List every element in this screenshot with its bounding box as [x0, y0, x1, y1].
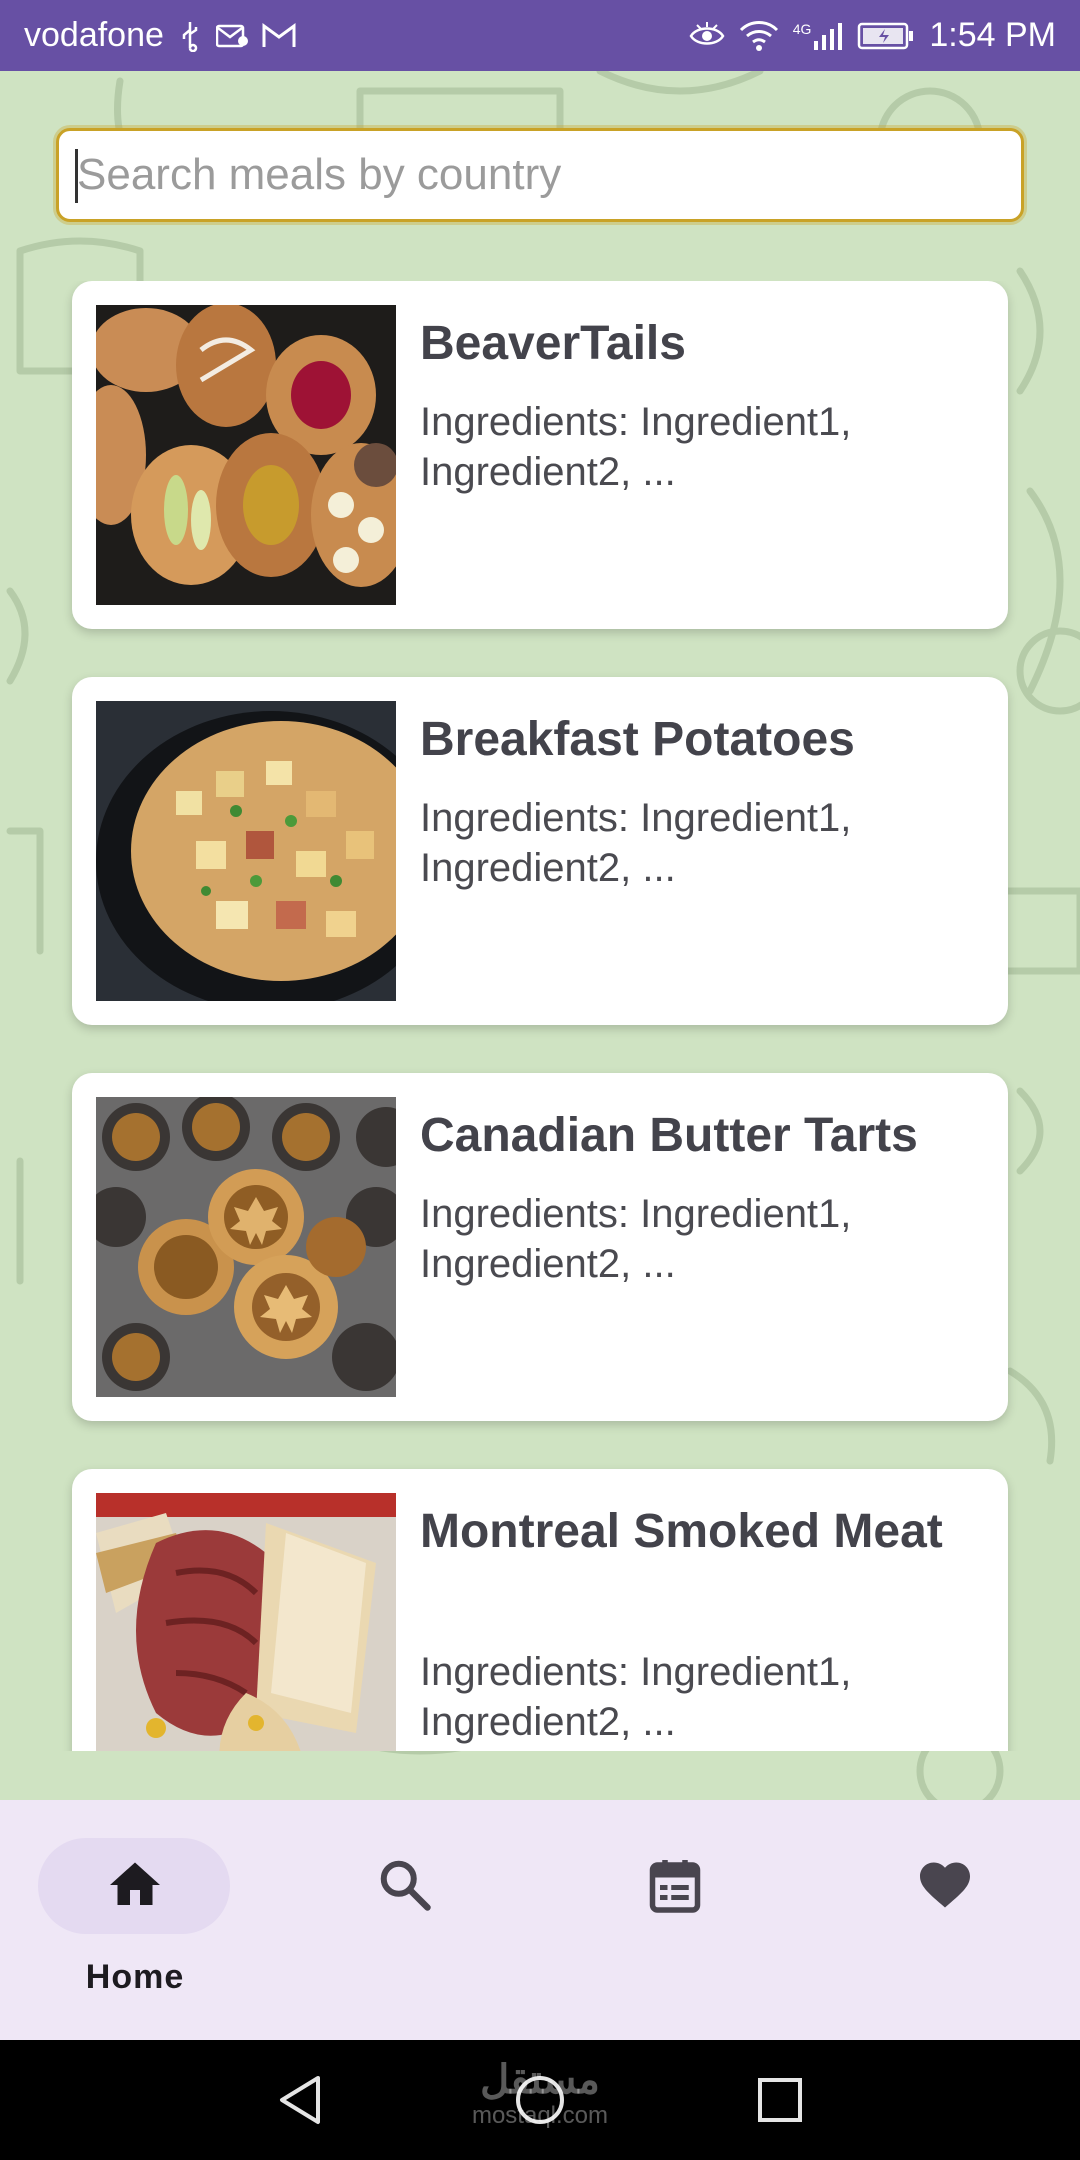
- gmail-icon: [262, 22, 296, 49]
- meal-card-breakfast-potatoes[interactable]: Breakfast Potatoes Ingredients: Ingredie…: [72, 677, 1008, 1025]
- system-navigation-bar: مستقل mostaql.com: [0, 2040, 1080, 2160]
- heart-icon: [920, 1862, 970, 1908]
- meal-title: Canadian Butter Tarts: [420, 1109, 918, 1162]
- carrier-name: vodafone: [24, 16, 164, 54]
- calendar-icon: [649, 1860, 701, 1913]
- network-type: 4G: [792, 20, 812, 37]
- meal-image: [96, 1493, 396, 1751]
- nav-item-home[interactable]: Home: [0, 1800, 270, 2040]
- back-icon[interactable]: [270, 2070, 330, 2130]
- wifi-icon: [739, 20, 779, 52]
- status-left: vodafone: [24, 16, 296, 55]
- home-icon: [110, 1862, 160, 1905]
- signal-icon: 4G: [793, 21, 844, 51]
- meal-image: [96, 1097, 396, 1397]
- recents-icon[interactable]: [750, 2070, 810, 2130]
- meal-ingredients: Ingredients: Ingredient1, Ingredient2, .…: [420, 1192, 852, 1286]
- usb-icon: [178, 20, 202, 52]
- status-bar: vodafone 4G 1:54 PM: [0, 0, 1080, 71]
- eye-icon: [689, 21, 725, 50]
- watermark-arabic: مستقل: [480, 2058, 600, 2102]
- clock: 1:54 PM: [929, 16, 1056, 54]
- bottom-navigation: Home: [0, 1800, 1080, 2040]
- search-input[interactable]: [75, 130, 1021, 220]
- sms-icon: [215, 23, 248, 49]
- watermark-latin: mostaql.com: [471, 2102, 609, 2129]
- nav-label-home: Home: [85, 1958, 185, 1996]
- meal-ingredients: Ingredients: Ingredient1, Ingredient2, .…: [420, 400, 852, 494]
- meal-title: BeaverTails: [420, 317, 686, 370]
- meal-ingredients: Ingredients: Ingredient1, Ingredient2, .…: [420, 796, 852, 890]
- watermark: مستقل mostaql.com: [470, 2058, 610, 2130]
- meal-ingredients: Ingredients: Ingredient1, Ingredient2, .…: [420, 1650, 852, 1744]
- meal-card-canadian-butter-tarts[interactable]: Canadian Butter Tarts Ingredients: Ingre…: [72, 1073, 1008, 1421]
- status-right: 4G 1:54 PM: [689, 16, 1056, 55]
- meal-card-montreal-smoked-meat[interactable]: Montreal Smoked Meat Ingredients: Ingred…: [72, 1469, 1008, 1751]
- meal-title: Breakfast Potatoes: [420, 713, 855, 766]
- battery-icon: [857, 21, 915, 51]
- meal-card-beavertails[interactable]: BeaverTails Ingredients: Ingredient1, In…: [72, 281, 1008, 629]
- nav-item-plan[interactable]: [540, 1800, 810, 2040]
- text-cursor: [75, 149, 78, 203]
- meal-image: [96, 305, 396, 605]
- search-box[interactable]: [56, 128, 1024, 222]
- meal-image: [96, 701, 396, 1001]
- nav-item-favorites[interactable]: [810, 1800, 1080, 2040]
- search-icon: [380, 1860, 431, 1911]
- nav-item-search[interactable]: [270, 1800, 540, 2040]
- meal-title: Montreal Smoked Meat: [420, 1505, 943, 1558]
- meal-list[interactable]: BeaverTails Ingredients: Ingredient1, In…: [0, 281, 1080, 1751]
